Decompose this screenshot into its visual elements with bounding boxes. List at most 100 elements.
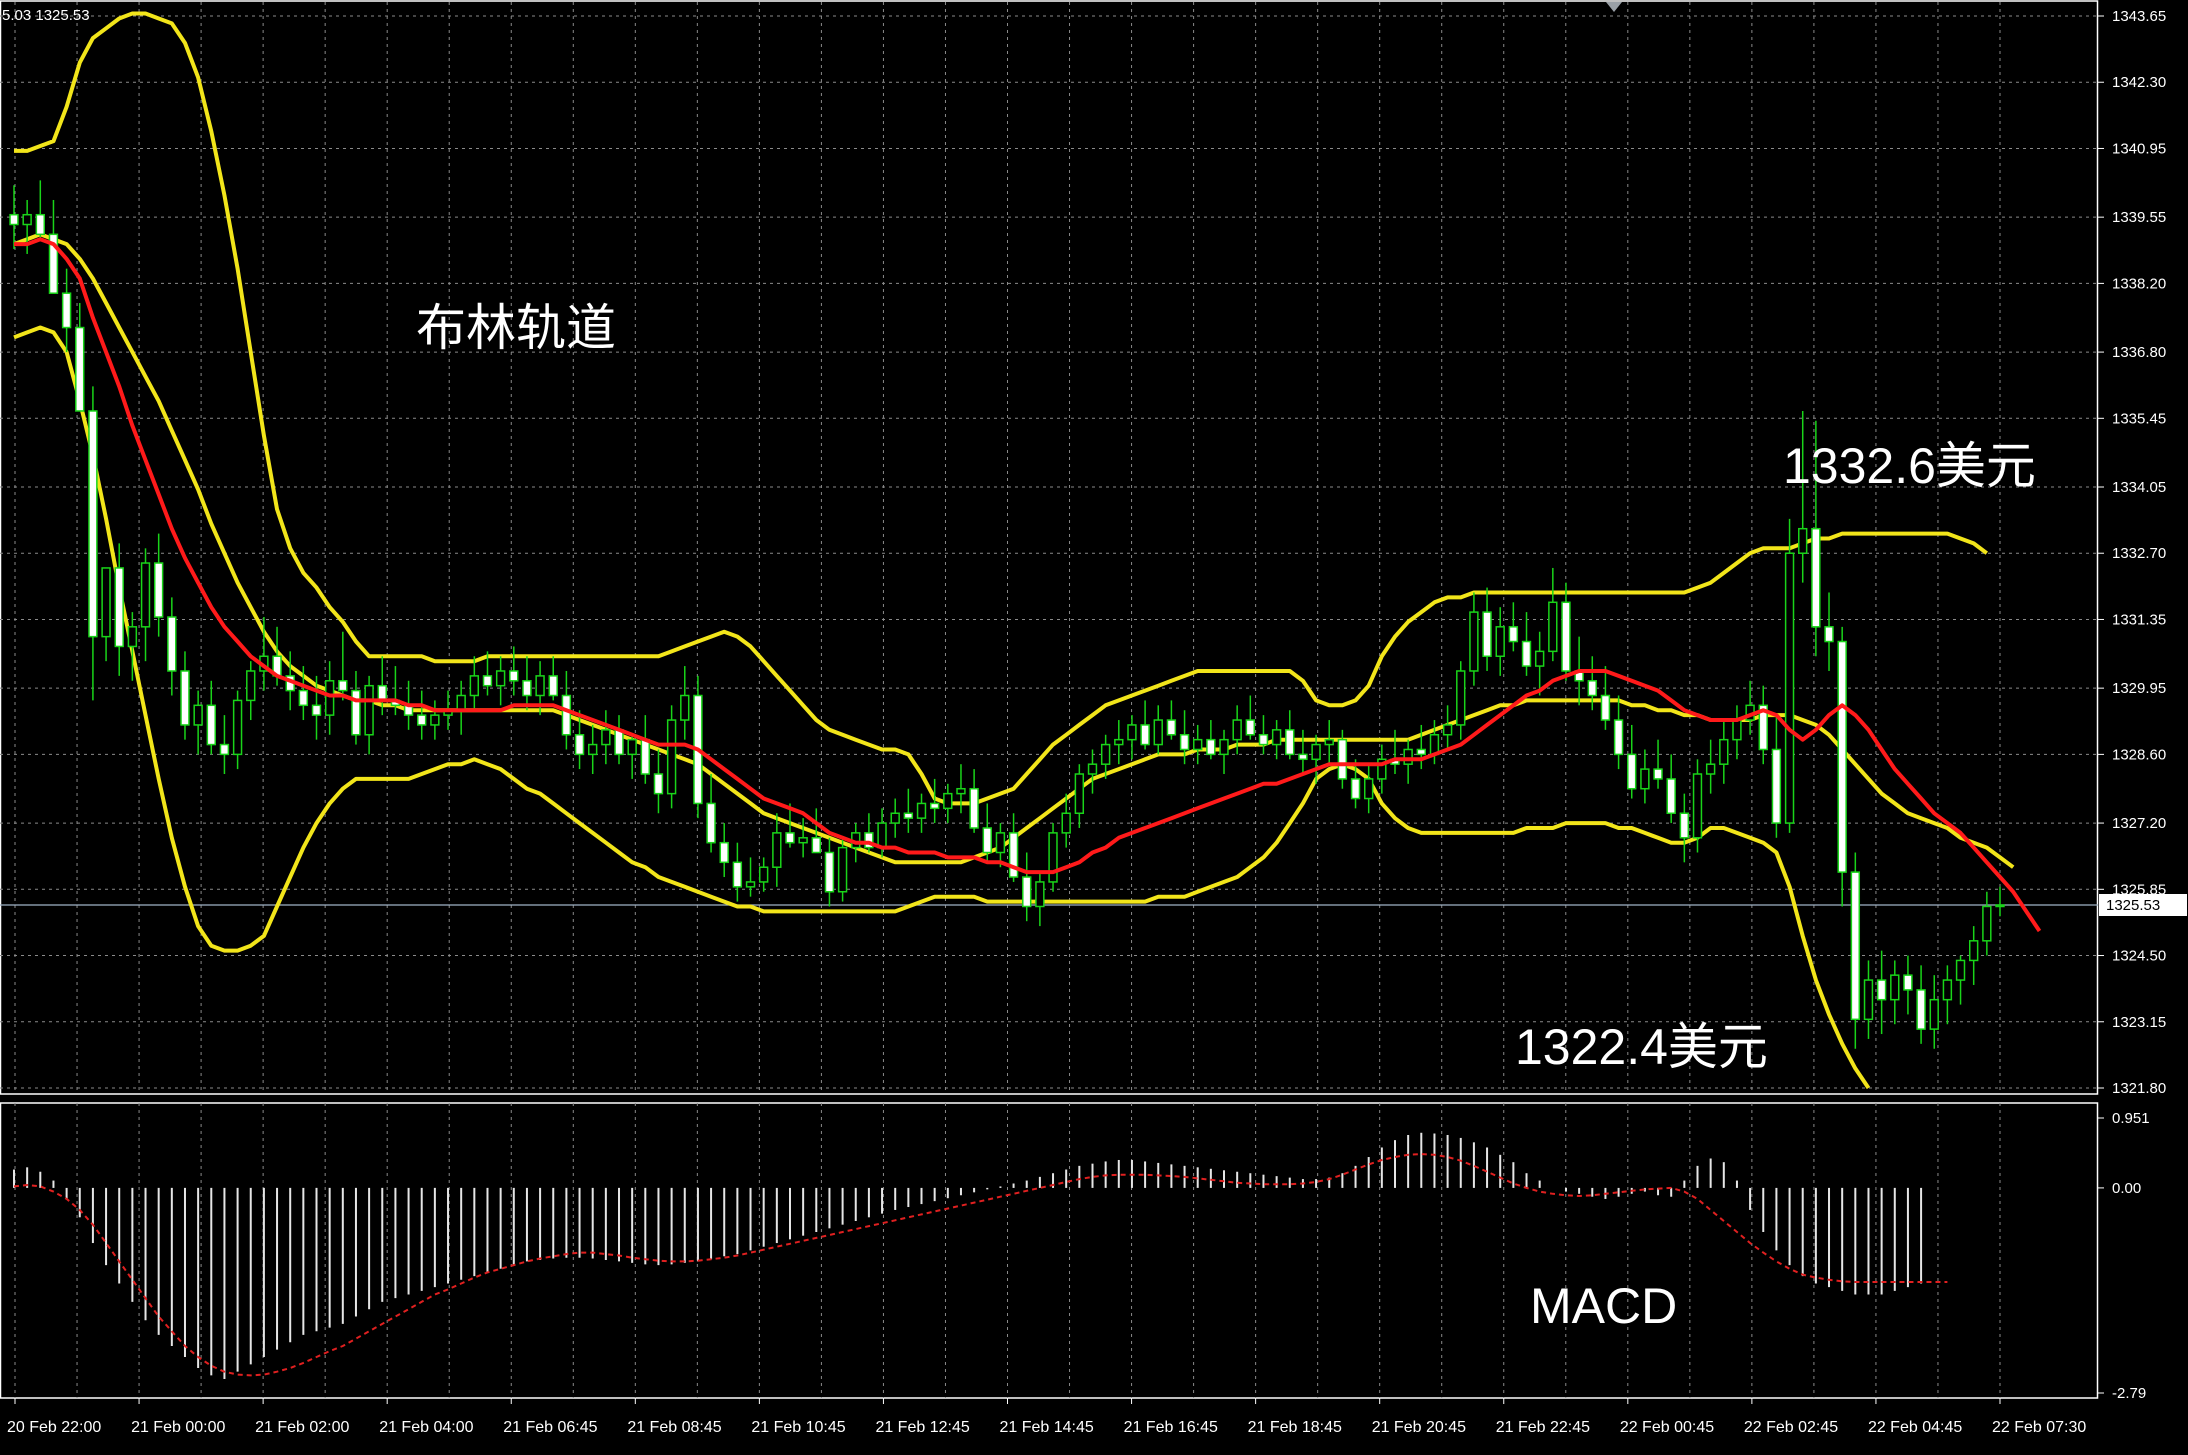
candle-body-bull — [588, 743, 598, 756]
candle — [522, 656, 532, 711]
candle-body-bear — [929, 802, 940, 810]
candle — [1258, 715, 1269, 755]
candle — [88, 386, 98, 701]
candle-body-bull — [232, 699, 243, 756]
candle — [430, 700, 440, 740]
candle — [1600, 666, 1611, 730]
candle-body-bull — [1798, 527, 1808, 554]
candle-body-bear — [1771, 748, 1782, 824]
candle-body-bear — [206, 704, 216, 746]
candle — [1640, 749, 1650, 804]
candle-body-bear — [561, 694, 572, 736]
candle — [495, 656, 506, 706]
candle-body-bear — [1666, 778, 1676, 815]
candle — [1837, 626, 1847, 907]
candle — [745, 857, 756, 897]
candle — [1679, 793, 1690, 863]
candle — [1955, 955, 1966, 1005]
candle-body-bear — [311, 704, 322, 716]
candle — [666, 705, 677, 809]
candle-body-bear — [338, 680, 348, 692]
candle-body-bear — [35, 213, 46, 236]
price-axis-label: 1334.05 — [2112, 479, 2166, 496]
candle — [1074, 764, 1085, 828]
candle — [9, 185, 19, 250]
candle — [1982, 891, 1992, 956]
time-axis-label: 21 Feb 14:45 — [1000, 1419, 1094, 1436]
candle-body-bull — [666, 719, 677, 795]
candle-body-bear — [509, 670, 519, 682]
candle — [35, 180, 46, 240]
candle — [338, 631, 348, 701]
candle — [153, 533, 164, 637]
candle-body-bear — [653, 773, 664, 795]
candle — [640, 715, 651, 784]
candle-body-bull — [1403, 748, 1413, 765]
candle-body-bull — [1640, 768, 1650, 790]
candle-body-bear — [88, 410, 98, 638]
candle — [167, 597, 177, 696]
candle-body-bear — [903, 812, 914, 819]
candle-body-bear — [1521, 640, 1532, 667]
time-axis-label: 21 Feb 20:45 — [1372, 1419, 1466, 1436]
candle-body-bear — [1298, 753, 1308, 761]
candle — [1153, 705, 1163, 755]
candle — [206, 680, 216, 755]
candle — [719, 823, 729, 878]
candle — [890, 798, 900, 838]
candle — [1824, 592, 1834, 671]
candle-body-bear — [377, 684, 387, 702]
candle-body-bull — [745, 881, 756, 888]
candle — [1403, 739, 1413, 784]
candle-body-bull — [1035, 881, 1045, 908]
price-axis-label: 1336.80 — [2112, 344, 2166, 361]
candle — [1377, 744, 1387, 794]
candle — [956, 764, 966, 814]
candle — [1482, 587, 1492, 671]
candle-body-bull — [456, 694, 466, 711]
price-axis-label: 1332.70 — [2112, 545, 2166, 562]
candle-body-bull — [1534, 650, 1545, 667]
candle — [1745, 680, 1755, 735]
time-axis-label: 21 Feb 18:45 — [1248, 1419, 1342, 1436]
candle-body-bull — [1048, 832, 1058, 883]
candle-body-bull — [364, 684, 374, 736]
candle-body-bear — [574, 734, 585, 756]
candle — [1140, 700, 1150, 750]
candle-body-bull — [1114, 738, 1124, 746]
candle-body-bear — [706, 802, 716, 844]
candle-body-bull — [127, 626, 138, 648]
candle-body-bull — [1955, 959, 1966, 981]
candle — [548, 656, 558, 701]
candle — [1784, 518, 1795, 833]
candle — [1613, 695, 1624, 770]
time-axis-label: 22 Feb 00:45 — [1620, 1419, 1714, 1436]
candle — [772, 813, 782, 887]
time-axis-label: 21 Feb 06:45 — [503, 1419, 597, 1436]
candle-body-bull — [1968, 940, 1979, 962]
candle-body-bear — [522, 680, 532, 697]
price-axis-label: 1331.35 — [2112, 611, 2166, 628]
candle-body-bear — [1350, 778, 1361, 800]
candle-body-bull — [877, 822, 887, 849]
candle-body-bear — [1482, 611, 1492, 658]
candle-body-bear — [785, 832, 795, 844]
candle-body-bear — [167, 616, 177, 672]
candle-body-bull — [1469, 611, 1479, 672]
candle — [824, 837, 835, 907]
candle-body-bull — [1929, 998, 1939, 1030]
candle-body-bull — [430, 714, 440, 726]
candle-body-bear — [1008, 832, 1019, 878]
candle-body-bull — [798, 837, 808, 844]
candle — [1758, 685, 1768, 765]
candle-body-bull — [1692, 773, 1703, 839]
candle — [456, 680, 466, 735]
price-axis-label: 1343.65 — [2112, 8, 2166, 25]
price-axis-label: 1324.50 — [2112, 948, 2166, 965]
candle-body-bear — [1587, 680, 1597, 697]
candle-body-bear — [1245, 719, 1256, 736]
candle-body-bear — [1653, 768, 1663, 780]
candle-body-bear — [732, 861, 743, 888]
time-axis-label: 21 Feb 04:00 — [379, 1419, 473, 1436]
candle-body-bull — [1087, 763, 1098, 775]
